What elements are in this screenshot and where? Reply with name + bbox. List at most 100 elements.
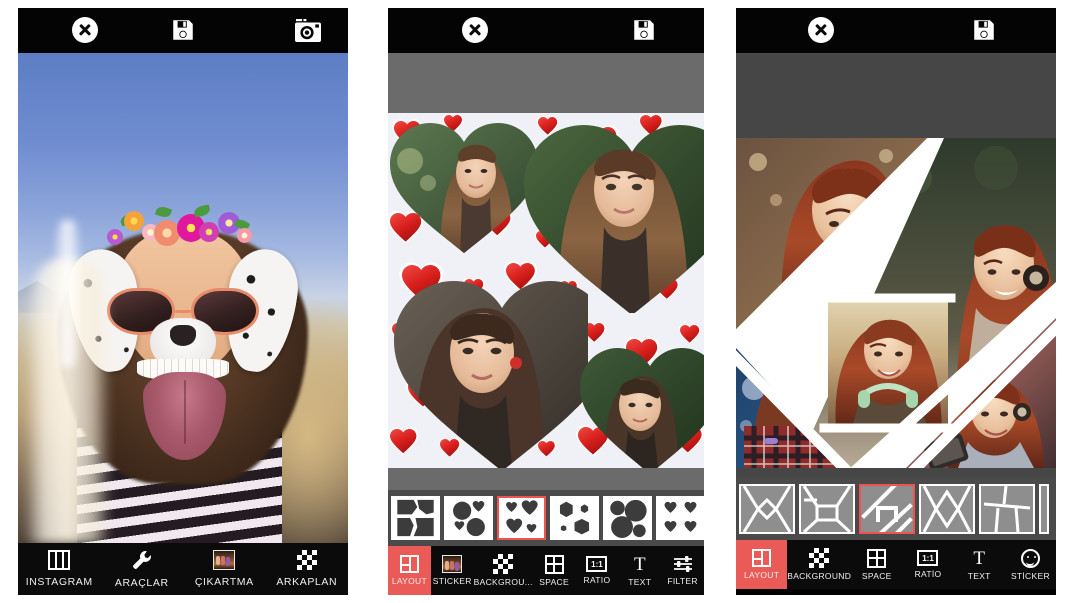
collage-panes[interactable] <box>736 138 1056 468</box>
close-icon <box>72 17 98 43</box>
checkerboard-icon <box>809 548 830 568</box>
layout-thumb-diamond-center[interactable] <box>739 484 795 534</box>
tab-label: TEXT <box>967 570 991 581</box>
tab-sticker[interactable]: STİCKER <box>1005 540 1056 589</box>
tab-label: STİCKER <box>1010 570 1050 581</box>
tab-label: TEXT <box>628 576 652 587</box>
tab-label: BACKGROU... <box>473 577 533 587</box>
layout-thumb-brick-split[interactable] <box>979 484 1035 534</box>
heart-collage-canvas[interactable] <box>388 113 704 468</box>
photo-canvas[interactable] <box>18 53 348 543</box>
panel2-layout-strip[interactable] <box>388 490 704 546</box>
layout-thumb-hexagon-center[interactable] <box>919 484 975 534</box>
tab-sticker[interactable]: STICKER <box>431 546 474 595</box>
save-button[interactable] <box>631 17 657 43</box>
tab-label: SPACE <box>539 576 569 587</box>
panel-heart-collage: LAYOUT STICKER BACKGROU... SPACE 1:1 RAT… <box>362 0 718 603</box>
tab-label: STICKER <box>432 576 472 586</box>
layout-thumb-hearts-4[interactable] <box>497 496 546 540</box>
layout-thumb-circles-4[interactable] <box>444 496 493 540</box>
panel2-topbar <box>388 8 704 53</box>
grid-icon <box>544 554 564 574</box>
tab-label: RATIO <box>583 575 611 585</box>
tab-text[interactable]: T TEXT <box>618 546 661 595</box>
sticker-icon <box>442 555 463 573</box>
heart-photo-frames[interactable] <box>388 113 704 468</box>
sticker-icon <box>213 550 236 570</box>
tab-layout[interactable]: LAYOUT <box>388 546 431 595</box>
layout-thumb-hexagons-4[interactable] <box>550 496 599 540</box>
tab-label: ÇIKARTMA <box>194 576 254 588</box>
text-icon: T <box>633 553 646 575</box>
panel2-bottom-gray-band <box>388 468 704 490</box>
save-button[interactable] <box>170 17 196 43</box>
diagonal-collage-canvas[interactable] <box>736 138 1056 468</box>
panel3-topbar <box>736 8 1056 53</box>
smiley-icon <box>1020 548 1040 568</box>
wrench-icon <box>131 549 153 571</box>
close-button[interactable] <box>462 17 488 43</box>
checkerboard-icon <box>493 554 514 574</box>
tab-label: RATİO <box>914 569 942 579</box>
tab-label: FILTER <box>667 576 698 586</box>
panel3-tabbar: LAYOUT BACKGROUND SPACE 1:1 RATİO T TEXT… <box>736 540 1056 589</box>
save-icon <box>634 20 654 40</box>
panel2-top-gray-band <box>388 53 704 113</box>
text-icon: T <box>973 547 985 569</box>
close-button[interactable] <box>72 17 98 43</box>
dog-nose <box>169 324 197 346</box>
save-button[interactable] <box>971 17 997 43</box>
panel1-topbar <box>18 8 348 53</box>
flower-crown-sticker[interactable] <box>104 200 262 259</box>
layout-thumb-partial[interactable] <box>1039 484 1049 534</box>
close-button[interactable] <box>808 17 834 43</box>
ratio-icon: 1:1 <box>917 550 939 566</box>
tab-label: INSTAGRAM <box>25 576 93 588</box>
heart-frame-4 <box>580 348 704 468</box>
close-icon <box>462 17 488 43</box>
tab-background[interactable]: BACKGROUND <box>787 540 851 589</box>
tab-label: LAYOUT <box>744 570 780 580</box>
panel2-tabbar: LAYOUT STICKER BACKGROU... SPACE 1:1 RAT… <box>388 546 704 595</box>
tab-space[interactable]: SPACE <box>533 546 576 595</box>
tab-cikartma[interactable]: ÇIKARTMA <box>183 543 266 595</box>
beach-photo <box>18 53 348 543</box>
panel3-top-gray-band <box>736 53 1056 138</box>
panel-diagonal-collage: LAYOUT BACKGROUND SPACE 1:1 RATİO T TEXT… <box>718 0 1074 603</box>
save-icon <box>173 20 193 40</box>
tab-instagram[interactable]: INSTAGRAM <box>18 543 101 595</box>
layout-thumb-puzzle-4[interactable] <box>391 496 440 540</box>
save-icon <box>974 20 994 40</box>
layout-icon <box>399 555 419 573</box>
tab-ratio[interactable]: 1:1 RATİO <box>902 540 953 589</box>
bridge <box>175 309 191 313</box>
instagram-share-button[interactable] <box>294 17 322 43</box>
ratio-badge: 1:1 <box>917 550 939 566</box>
layout-thumb-circles-big-4[interactable] <box>603 496 652 540</box>
tab-label: ARAÇLAR <box>114 577 169 589</box>
tab-araclar[interactable]: ARAÇLAR <box>101 543 184 595</box>
heart-frame-3 <box>394 281 588 468</box>
tab-arkaplan[interactable]: ARKAPLAN <box>266 543 349 595</box>
layout-thumb-diagonal-pinwheel[interactable] <box>859 484 915 534</box>
grid-icon <box>867 548 887 568</box>
close-icon <box>808 17 834 43</box>
tab-background[interactable]: BACKGROU... <box>474 546 533 595</box>
tab-label: LAYOUT <box>391 576 427 586</box>
tab-filter[interactable]: FILTER <box>661 546 704 595</box>
layout-icon <box>752 549 772 567</box>
filter-icon <box>673 555 693 573</box>
ratio-icon: 1:1 <box>586 556 608 572</box>
tab-space[interactable]: SPACE <box>851 540 902 589</box>
tab-text[interactable]: T TEXT <box>954 540 1005 589</box>
tab-layout[interactable]: LAYOUT <box>736 540 788 589</box>
layout-thumb-frame-inset[interactable] <box>799 484 855 534</box>
layout-thumb-hearts-6[interactable] <box>656 496 704 540</box>
tab-label: BACKGROUND <box>787 571 852 581</box>
panel1-tabbar: INSTAGRAM ARAÇLAR ÇIKARTMA ARKAPLAN <box>18 543 348 595</box>
tab-ratio[interactable]: 1:1 RATIO <box>576 546 619 595</box>
instagram-icon <box>295 19 321 42</box>
columns-icon <box>48 550 71 570</box>
panel3-layout-strip[interactable] <box>736 478 1056 540</box>
ratio-badge: 1:1 <box>586 556 608 572</box>
